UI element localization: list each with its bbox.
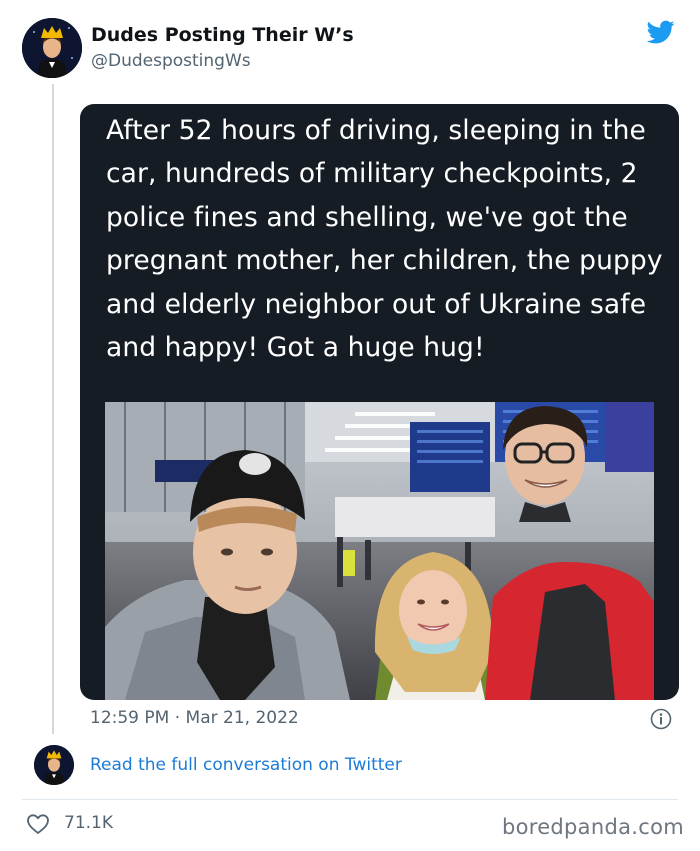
- like-count: 71.1K: [64, 813, 113, 833]
- thread-line: [52, 84, 54, 734]
- conversation-avatar[interactable]: [34, 745, 74, 785]
- watermark: boredpanda.com: [501, 815, 684, 839]
- tweet-photo[interactable]: [105, 402, 654, 700]
- display-name[interactable]: Dudes Posting Their W’s: [91, 24, 354, 46]
- info-icon[interactable]: [650, 708, 672, 730]
- user-handle[interactable]: @DudespostingWs: [91, 51, 251, 71]
- profile-avatar[interactable]: [22, 18, 82, 78]
- tweet-timestamp[interactable]: 12:59 PM · Mar 21, 2022: [90, 708, 299, 728]
- tweet-media-card[interactable]: After 52 hours of driving, sleeping in t…: [80, 104, 679, 700]
- tweet-text: After 52 hours of driving, sleeping in t…: [106, 115, 663, 364]
- twitter-bird-icon[interactable]: [645, 18, 677, 46]
- divider: [22, 799, 678, 800]
- read-conversation-link[interactable]: Read the full conversation on Twitter: [90, 755, 402, 775]
- heart-icon[interactable]: [26, 813, 50, 835]
